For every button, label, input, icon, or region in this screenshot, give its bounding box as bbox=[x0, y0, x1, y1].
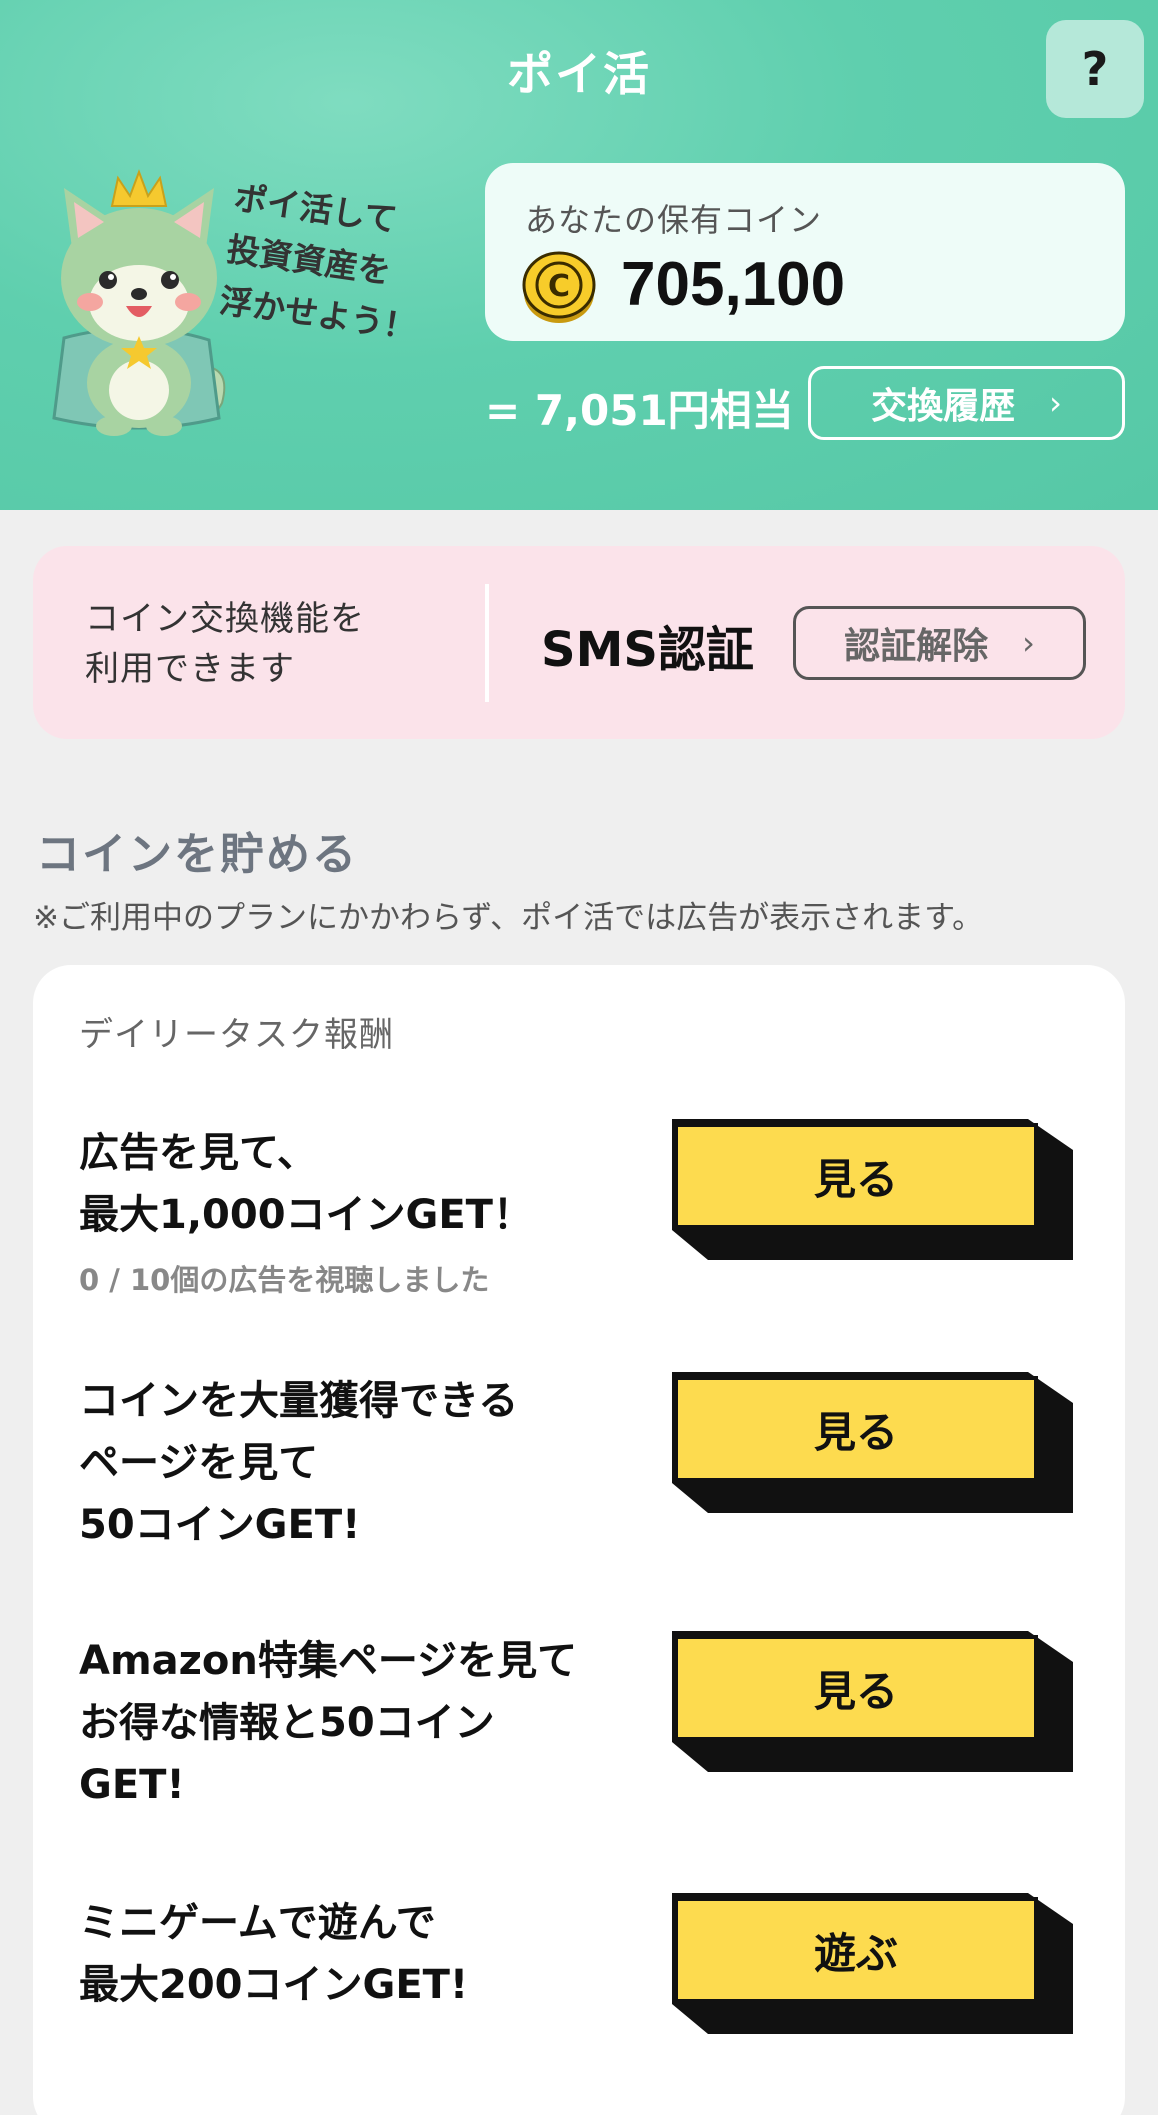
unlink-verification-label: 認証解除 bbox=[844, 626, 989, 667]
task-line: ページを見て bbox=[79, 1440, 319, 1486]
help-button[interactable]: ? bbox=[1046, 20, 1144, 118]
watch-ad-button[interactable]: 見る bbox=[668, 1115, 1078, 1265]
sms-verification-card: コイン交換機能を 利用できます SMS認証 認証解除 › bbox=[33, 546, 1125, 739]
task-line: GET! bbox=[79, 1762, 185, 1808]
button-label: 見る bbox=[813, 1154, 898, 1204]
view-amazon-page-button[interactable]: 見る bbox=[668, 1627, 1078, 1777]
task-line: 最大200コインGET! bbox=[79, 1962, 469, 2008]
task-line: 広告を見て、 bbox=[79, 1130, 317, 1176]
tagline: ポイ活して 投資資産を 浮かせよう！ bbox=[216, 172, 456, 357]
coin-icon-letter: C bbox=[548, 269, 570, 304]
divider bbox=[485, 584, 489, 702]
unlink-verification-button[interactable]: 認証解除 › bbox=[793, 606, 1086, 680]
section-title: コインを貯める bbox=[36, 829, 358, 880]
button-label: 見る bbox=[813, 1666, 898, 1716]
view-bonus-page-button[interactable]: 見る bbox=[668, 1368, 1078, 1518]
task-description: ミニゲームで遊んで 最大200コインGET! bbox=[79, 1892, 468, 2016]
coin-balance-card: あなたの保有コイン C 705,100 bbox=[485, 163, 1125, 341]
sms-status-label: SMS認証 bbox=[541, 622, 754, 678]
task-line: 最大1,000コインGET！ bbox=[79, 1192, 533, 1238]
task-line: Amazon特集ページを見て bbox=[79, 1638, 578, 1684]
chevron-right-icon: › bbox=[1049, 384, 1062, 422]
task-description: 広告を見て、 最大1,000コインGET！ bbox=[79, 1122, 533, 1246]
coin-balance-amount: 705,100 bbox=[621, 250, 846, 319]
section-note: ※ご利用中のプランにかかわらず、ポイ活では広告が表示されます。 bbox=[33, 900, 984, 936]
daily-task-title: デイリータスク報酬 bbox=[79, 1015, 394, 1055]
sms-description-line: 利用できます bbox=[85, 649, 295, 689]
daily-task-card: デイリータスク報酬 広告を見て、 最大1,000コインGET！ 0 / 10個の… bbox=[33, 965, 1125, 2115]
button-label: 見る bbox=[813, 1407, 898, 1457]
sms-description-line: コイン交換機能を bbox=[85, 599, 365, 639]
chevron-right-icon: › bbox=[1022, 624, 1035, 662]
yen-equivalent: = 7,051円相当 bbox=[485, 386, 794, 435]
task-description: Amazon特集ページを見て お得な情報と50コイン GET! bbox=[79, 1630, 577, 1816]
play-minigame-button[interactable]: 遊ぶ bbox=[668, 1889, 1078, 2039]
task-line: 50コインGET! bbox=[79, 1502, 361, 1548]
shiba-mascot-illustration bbox=[52, 169, 226, 436]
task-progress-text: 0 / 10個の広告を視聴しました bbox=[79, 1263, 490, 1297]
button-label: 遊ぶ bbox=[813, 1928, 898, 1978]
task-line: コインを大量獲得できる bbox=[79, 1378, 519, 1424]
coin-icon: C bbox=[522, 251, 596, 323]
poikatsu-page: ポイ活 ? ポイ活して 投資資産を 浮かせよう！ あなたの保有コイン C 705… bbox=[0, 0, 1158, 2115]
exchange-history-label: 交換履歴 bbox=[871, 386, 1016, 427]
header: ポイ活 ? ポイ活して 投資資産を 浮かせよう！ あなたの保有コイン C 705… bbox=[0, 0, 1158, 510]
task-description: コインを大量獲得できる ページを見て 50コインGET! bbox=[79, 1370, 518, 1556]
task-line: ミニゲームで遊んで bbox=[79, 1900, 436, 1946]
task-line: お得な情報と50コイン bbox=[79, 1700, 495, 1746]
page-title: ポイ活 bbox=[507, 47, 651, 101]
coin-balance-label: あなたの保有コイン bbox=[525, 201, 823, 239]
sms-description: コイン交換機能を 利用できます bbox=[85, 594, 365, 694]
exchange-history-button[interactable]: 交換履歴 › bbox=[808, 366, 1125, 440]
